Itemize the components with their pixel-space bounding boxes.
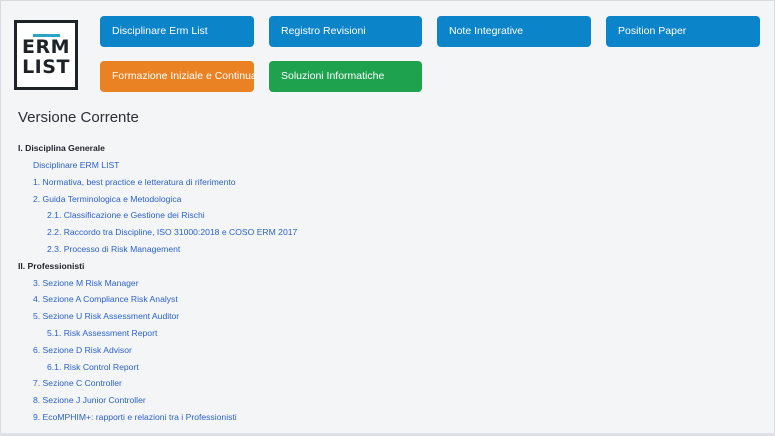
toc-sublink[interactable]: 2.3. Processo di Risk Management [47, 244, 180, 254]
toc-link[interactable]: 5. Sezione U Risk Assessment Auditor [33, 311, 179, 321]
toc-link[interactable]: 4. Sezione A Compliance Risk Analyst [33, 294, 178, 304]
toc-sublink[interactable]: 5.1. Risk Assessment Report [47, 328, 157, 338]
logo-line-2: LIST [22, 56, 70, 78]
toc-link[interactable]: 7. Sezione C Controller [33, 378, 122, 388]
nav-button-soluzioni-informatiche[interactable]: Soluzioni Informatiche [269, 61, 422, 92]
nav-button-position-paper[interactable]: Position Paper [606, 16, 760, 47]
toc-link[interactable]: 2. Guida Terminologica e Metodologica [33, 194, 181, 204]
toc-sublink[interactable]: 2.1. Classificazione e Gestione dei Risc… [47, 210, 205, 220]
nav-button-registro-revisioni[interactable]: Registro Revisioni [269, 16, 422, 47]
erm-list-logo[interactable]: ERM LIST [14, 20, 78, 90]
toc-link[interactable]: 8. Sezione J Junior Controller [33, 395, 146, 405]
toc-section-heading: I. Disciplina Generale [18, 143, 105, 153]
toc-section-heading: II. Professionisti [18, 261, 85, 271]
toc-link[interactable]: 6. Sezione D Risk Advisor [33, 345, 132, 355]
bottom-divider [0, 433, 775, 435]
toc-link[interactable]: Disciplinare ERM LIST [33, 160, 119, 170]
nav-button-formazione[interactable]: Formazione Iniziale e Continua [100, 61, 257, 92]
logo-text: ERM LIST [17, 37, 75, 77]
logo-line-1: ERM [21, 36, 71, 58]
nav-button-note-integrative[interactable]: Note Integrative [437, 16, 591, 47]
nav-button-disciplinare[interactable]: Disciplinare Erm List [100, 16, 254, 47]
toc-link[interactable]: 3. Sezione M Risk Manager [33, 278, 139, 288]
toc-link[interactable]: 1. Normativa, best practice e letteratur… [33, 177, 236, 187]
toc-sublink[interactable]: 6.1. Risk Control Report [47, 362, 139, 372]
page-title: Versione Corrente [18, 109, 139, 126]
page-frame: ERM LIST Disciplinare Erm List Registro … [0, 0, 775, 436]
toc-link[interactable]: 9. EcoMPHIM+: rapporti e relazioni tra i… [33, 412, 237, 422]
toc-sublink[interactable]: 2.2. Raccordo tra Discipline, ISO 31000:… [47, 227, 297, 237]
